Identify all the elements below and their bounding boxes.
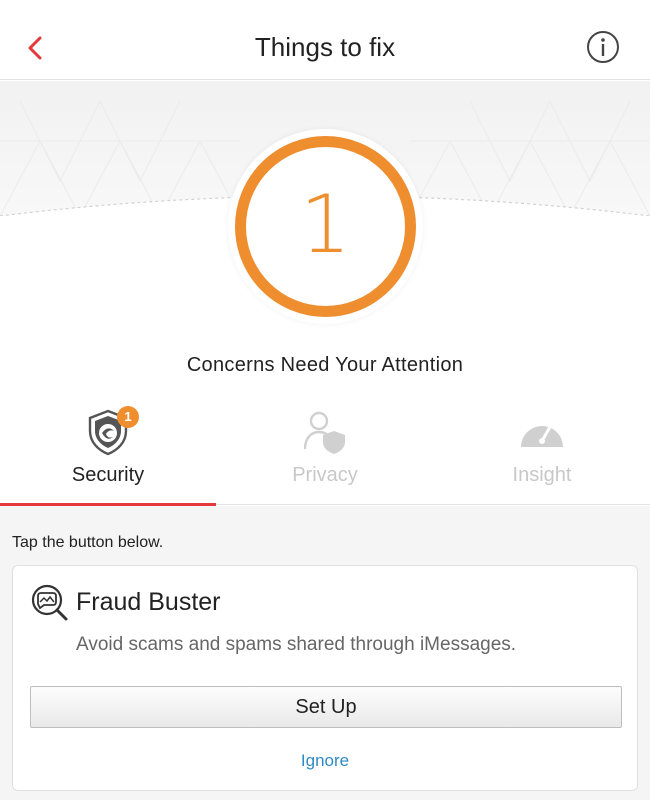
tab-security[interactable]: 1 Security bbox=[0, 401, 216, 506]
card-title: Fraud Buster bbox=[76, 588, 221, 616]
concern-count-ring: 1 bbox=[228, 129, 423, 324]
tab-label-insight: Insight bbox=[512, 464, 572, 486]
ignore-link[interactable]: Ignore bbox=[13, 751, 637, 771]
tab-label-security: Security bbox=[71, 464, 145, 486]
setup-button[interactable]: Set Up bbox=[30, 686, 622, 728]
page-title: Things to fix bbox=[254, 32, 396, 62]
tab-insight[interactable]: Insight bbox=[434, 401, 650, 505]
category-tabs: 1 Security Privacy Insight bbox=[0, 401, 650, 506]
top-nav-bar: Things to fix bbox=[0, 0, 650, 80]
tab-privacy[interactable]: Privacy bbox=[217, 401, 433, 505]
card-description: Avoid scams and spams shared through iMe… bbox=[76, 634, 517, 655]
info-button[interactable] bbox=[586, 30, 620, 64]
concerns-message: Concerns Need Your Attention bbox=[186, 354, 464, 376]
info-circle-icon bbox=[587, 31, 619, 63]
gauge-icon bbox=[521, 425, 563, 447]
fraud-buster-icon bbox=[31, 584, 68, 621]
summary-hero: 1 Concerns Need Your Attention bbox=[0, 81, 650, 401]
security-badge: 1 bbox=[117, 406, 139, 428]
tab-label-privacy: Privacy bbox=[292, 464, 358, 486]
security-content: Tap the button below. Fraud Buster Avoid… bbox=[0, 506, 650, 800]
instruction-text: Tap the button below. bbox=[12, 534, 164, 551]
fraud-buster-card: Fraud Buster Avoid scams and spams share… bbox=[12, 565, 638, 791]
concern-count: 1 bbox=[300, 177, 351, 271]
person-shield-icon bbox=[303, 411, 345, 454]
